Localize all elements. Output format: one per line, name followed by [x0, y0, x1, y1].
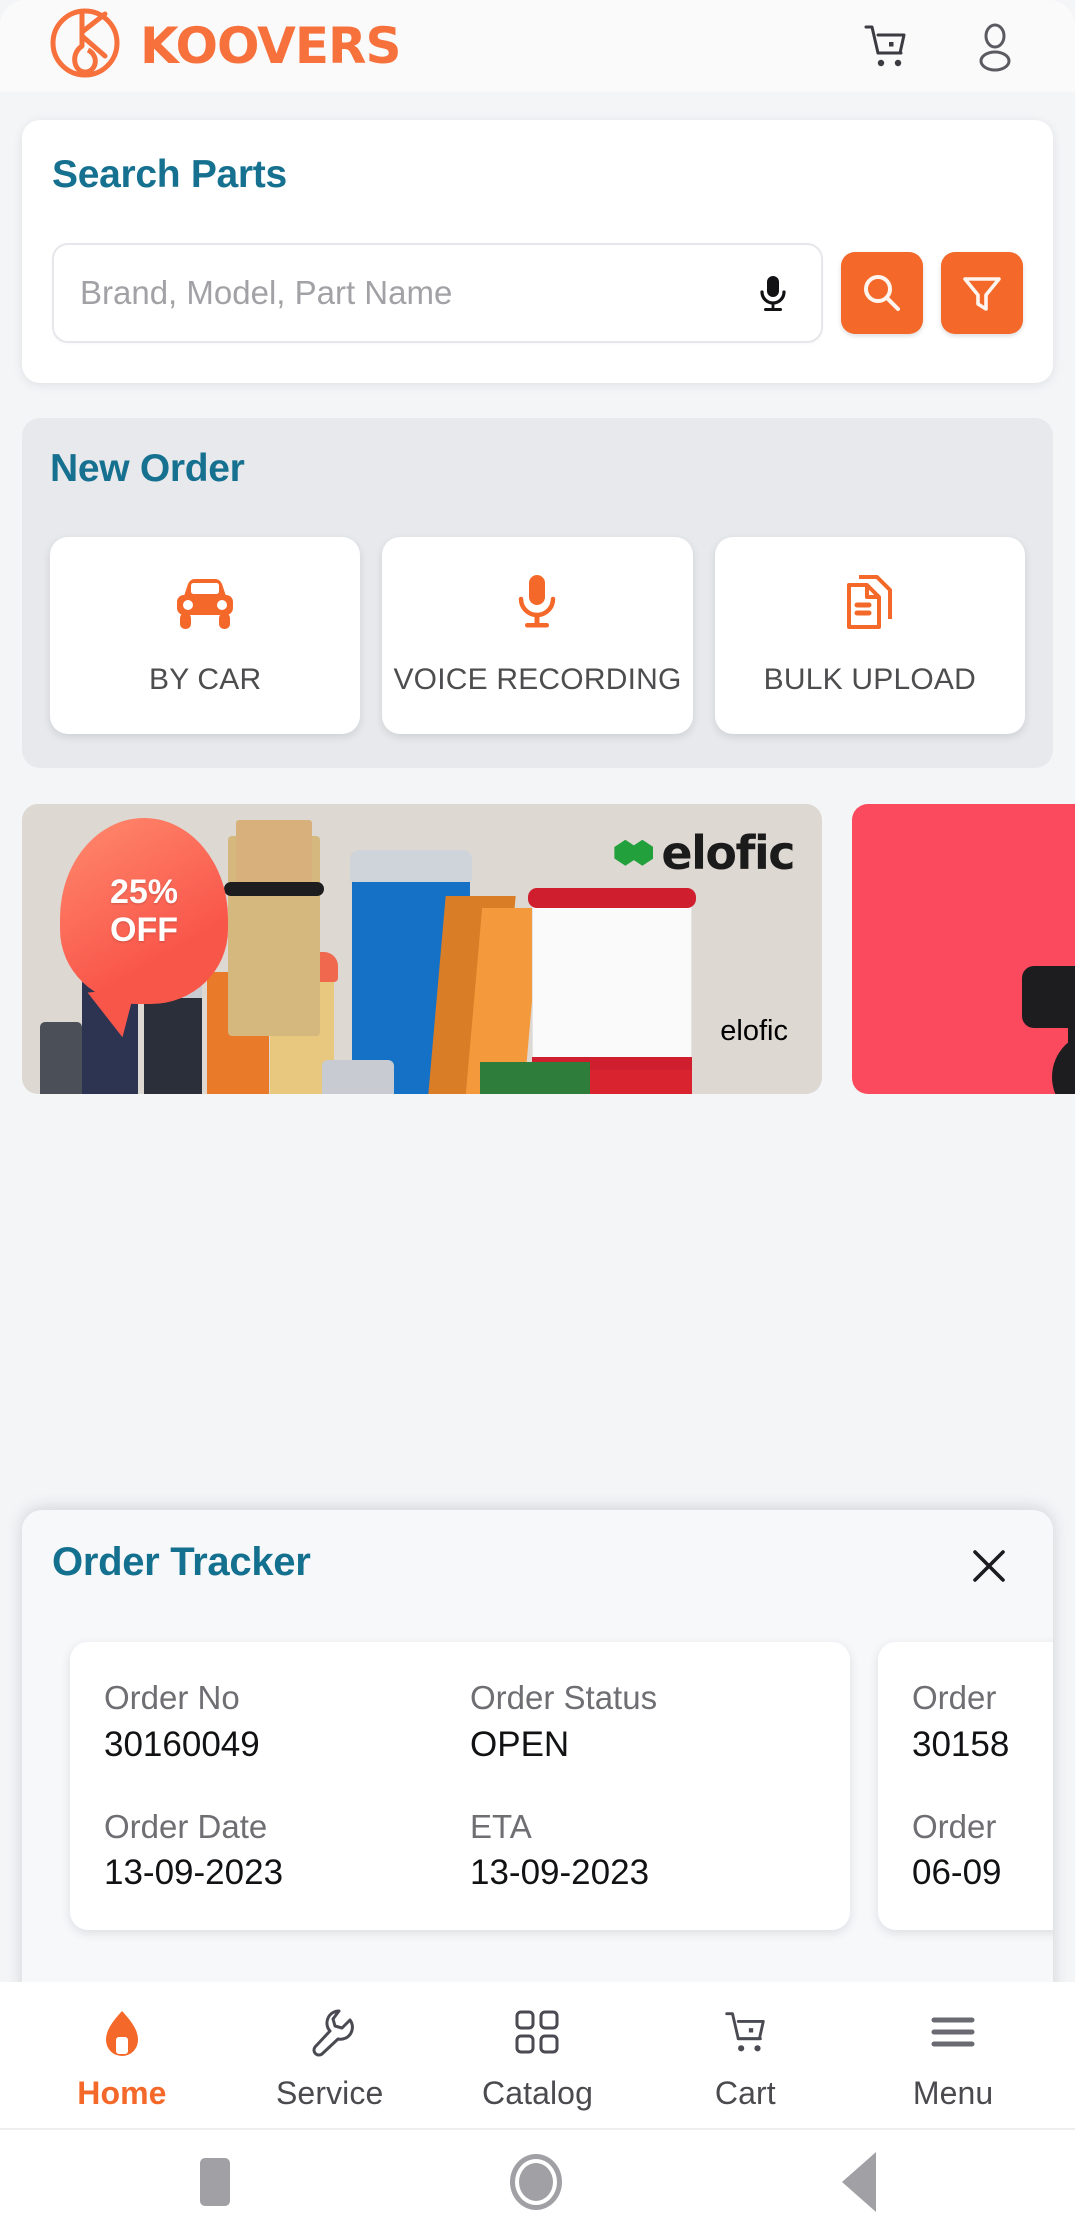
microphone-icon	[511, 573, 563, 635]
brand-logo[interactable]: KOOVERS	[48, 8, 402, 80]
bottom-navigation-bar: Home Service Catalog Cart Menu	[0, 1982, 1075, 2130]
app-header: KOOVERS	[0, 0, 1075, 92]
order-date-field: Order 06-09	[912, 1807, 1053, 1894]
nav-label: Service	[275, 2074, 384, 2111]
order-date-value: 06-09	[912, 1853, 1002, 1893]
order-date-field: Order Date 13-09-2023	[104, 1807, 450, 1894]
order-status-field: Order Status OPEN	[470, 1678, 816, 1765]
banner-product-illustration	[480, 1061, 590, 1094]
order-no-field: Order 30158	[912, 1678, 1053, 1765]
nav-item-home[interactable]: Home	[18, 2005, 226, 2112]
banner-product-illustration	[40, 1021, 82, 1094]
filter-button[interactable]	[941, 251, 1023, 334]
nav-item-service[interactable]: Service	[226, 2005, 434, 2112]
tile-label: BY CAR	[148, 662, 262, 696]
home-icon	[97, 2005, 147, 2059]
nav-item-catalog[interactable]: Catalog	[434, 2005, 642, 2112]
order-card-list[interactable]: Order No 30160049 Order Status OPEN Orde…	[52, 1642, 1053, 1930]
banner-product-illustration	[236, 819, 312, 882]
close-x-icon[interactable]	[961, 1538, 1017, 1594]
order-date-label: Order	[912, 1807, 997, 1845]
app-screen: KOOVERS Search Parts Brand, Model, Part …	[0, 0, 1075, 2233]
koovers-circle-k-logo-icon	[48, 6, 122, 80]
search-parts-card: Search Parts	[22, 120, 1053, 383]
grid-squares-icon	[513, 2005, 561, 2059]
order-no-value: 30158	[912, 1724, 1010, 1764]
elofic-brand-name: elofic	[661, 825, 795, 880]
order-date-value: 13-09-2023	[104, 1853, 284, 1893]
discount-percent: 25%	[109, 872, 179, 911]
circle-home-icon[interactable]	[509, 2153, 562, 2210]
brand-name: KOOVERS	[140, 17, 402, 75]
tile-label: BULK UPLOAD	[763, 662, 976, 696]
document-upload-icon	[841, 573, 899, 635]
order-no-label: Order No	[104, 1679, 240, 1716]
order-no-field: Order No 30160049	[104, 1678, 450, 1765]
main-content: Search Parts Brand, Model, Part Name New…	[0, 92, 1075, 1982]
order-field-grid: Order No 30160049 Order Status OPEN Orde…	[104, 1678, 816, 1894]
order-date-label: Order Date	[104, 1807, 268, 1845]
nav-label: Cart	[714, 2074, 776, 2111]
search-parts-title: Search Parts	[52, 153, 287, 196]
hamburger-menu-icon	[929, 2005, 977, 2059]
discount-off-label: OFF	[110, 910, 178, 949]
order-tracker-sheet: Order Tracker Order No 30160049 Order St…	[22, 1510, 1053, 1982]
wrench-icon	[306, 2005, 354, 2059]
android-system-navigation	[0, 2130, 1075, 2233]
order-eta-label: ETA	[470, 1807, 532, 1845]
banner-product-illustration	[322, 1059, 394, 1094]
elofic-leaf-icon	[631, 839, 654, 866]
new-order-title: New Order	[50, 446, 245, 490]
tile-by-car[interactable]: BY CAR	[50, 536, 361, 734]
order-eta-field: ETA 13-09-2023	[470, 1807, 816, 1894]
order-no-value: 30160049	[104, 1724, 260, 1764]
banner-product-illustration	[528, 887, 696, 908]
order-tracker-title: Order Tracker	[52, 1540, 311, 1584]
tile-label: VOICE RECORDING	[393, 662, 682, 696]
order-status-value: OPEN	[470, 1724, 570, 1764]
order-tracker-header: Order Tracker	[52, 1540, 1023, 1594]
nav-label: Home	[77, 2074, 167, 2111]
nav-label: Catalog	[481, 2074, 593, 2111]
order-field-grid: Order 30158 Order 06-09	[912, 1678, 1053, 1894]
new-order-tiles: BY CAR VOICE RECORDING BULK UPLOAD	[50, 536, 1025, 734]
nav-item-cart[interactable]: Cart	[641, 2005, 849, 2112]
order-status-label: Order Status	[470, 1679, 658, 1716]
header-actions	[859, 20, 1037, 72]
user-profile-icon[interactable]	[969, 20, 1021, 72]
banner-product-illustration	[350, 849, 472, 882]
shopping-cart-icon[interactable]	[859, 20, 911, 72]
order-card[interactable]: Order 30158 Order 06-09	[878, 1642, 1053, 1930]
car-front-icon	[169, 573, 241, 635]
elofic-leaf-icon	[701, 1023, 715, 1040]
new-order-card: New Order BY CAR VOICE RECORDING BULK UP…	[22, 417, 1053, 768]
elofic-brand-name-small: elofic	[720, 1014, 788, 1047]
microphone-icon[interactable]	[751, 271, 795, 315]
triangle-back-icon[interactable]	[841, 2151, 876, 2212]
tile-bulk-upload[interactable]: BULK UPLOAD	[714, 536, 1025, 734]
order-no-label: Order	[912, 1679, 997, 1716]
search-input-container[interactable]	[52, 242, 823, 343]
elofic-brand-logo-small: elofic	[690, 1015, 788, 1048]
promo-banner-secondary[interactable]	[852, 803, 1075, 1094]
order-eta-value: 13-09-2023	[470, 1853, 650, 1893]
tile-voice-recording[interactable]: VOICE RECORDING	[382, 536, 693, 734]
search-input[interactable]	[80, 273, 745, 312]
nav-label: Menu	[912, 2074, 994, 2111]
square-recents-icon[interactable]	[199, 2157, 230, 2206]
elofic-brand-logo: elofic	[614, 825, 795, 880]
discount-badge: 25% OFF	[60, 817, 228, 1004]
banner-product-illustration	[1022, 965, 1075, 1028]
banner-product-illustration	[224, 881, 324, 896]
promo-banner-elofic[interactable]: 25% OFF elofic elofic	[22, 803, 822, 1094]
banner-product-illustration	[1052, 1031, 1075, 1094]
nav-item-menu[interactable]: Menu	[849, 2005, 1057, 2112]
shopping-cart-icon	[720, 2005, 770, 2059]
search-button[interactable]	[841, 251, 923, 334]
search-row	[52, 242, 1023, 343]
order-card[interactable]: Order No 30160049 Order Status OPEN Orde…	[70, 1642, 850, 1930]
promo-banner-carousel[interactable]: 25% OFF elofic elofic	[22, 803, 1075, 1094]
